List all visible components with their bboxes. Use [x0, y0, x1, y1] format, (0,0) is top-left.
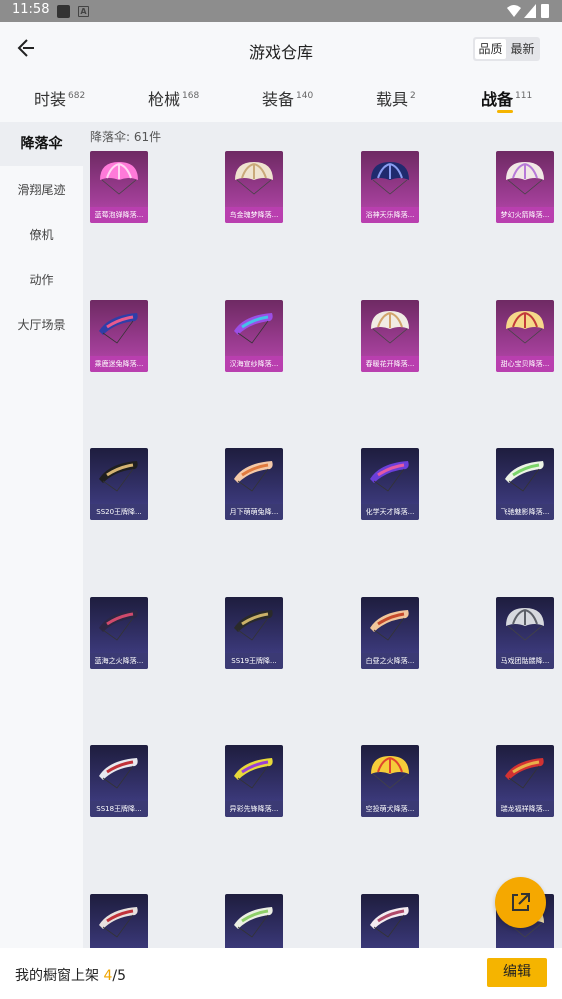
sidebar: 降落伞 滑翔尾迹 僚机 动作 大厅场景: [0, 122, 83, 948]
parachute-icon: [234, 610, 273, 641]
item-card[interactable]: 甜心宝贝降落...: [496, 300, 554, 372]
sort-newest-button[interactable]: 最新: [507, 39, 538, 59]
parachute-icon: [234, 461, 273, 492]
parachute-icon: [371, 756, 409, 789]
parachute-icon: [234, 907, 273, 938]
active-tab-indicator: [497, 110, 513, 113]
showcase-total: 5: [117, 968, 127, 984]
item-name: SS18王牌降...: [90, 801, 148, 817]
item-name: 浴神天乐降落...: [361, 207, 419, 223]
tab-guns[interactable]: 枪械 168: [148, 86, 199, 110]
tab-fashion[interactable]: 时装 682: [34, 86, 85, 110]
item-card[interactable]: 蓝海之火降落...: [90, 597, 148, 669]
parachute-icon: [506, 608, 544, 641]
item-card[interactable]: 异彩先锋降落...: [225, 745, 283, 817]
parachute-icon: [99, 758, 138, 789]
item-name: 白昼之火降落...: [361, 653, 419, 669]
item-card[interactable]: 蓝莓泡弹降落...: [90, 151, 148, 223]
item-name: 蓝莓泡弹降落...: [90, 207, 148, 223]
item-count: 降落伞: 61件: [90, 130, 162, 144]
showcase-bar: 我的橱窗上架 4/5 编辑: [0, 948, 562, 999]
item-card[interactable]: 汉海宣纱降落...: [225, 300, 283, 372]
parachute-icon: [370, 610, 409, 641]
item-name: 瑞龙福祥降落...: [496, 801, 554, 817]
notification-icon: [57, 5, 70, 18]
item-card[interactable]: SS20王牌降...: [90, 448, 148, 520]
item-card[interactable]: 浴神天乐降落...: [361, 151, 419, 223]
item-grid-area: 降落伞: 61件 蓝莓泡弹降落... 鸟金瑰梦降落... 浴神天乐降落... 梦幻火箭…: [83, 122, 562, 966]
item-card[interactable]: 春暖花开降落...: [361, 300, 419, 372]
app-notification-icon: A: [78, 6, 89, 17]
item-name: 春暖花开降落...: [361, 356, 419, 372]
category-tabs: 时装 682 枪械 168 装备 140 载具 2 战备 111: [0, 76, 562, 122]
item-card[interactable]: SS18王牌降...: [90, 745, 148, 817]
item-name: 月下萌萌兔降...: [225, 504, 283, 520]
item-card[interactable]: 白昼之火降落...: [361, 597, 419, 669]
parachute-icon: [506, 162, 544, 195]
parachute-icon: [99, 313, 138, 344]
item-card[interactable]: 瑞龙福祥降落...: [496, 745, 554, 817]
item-card[interactable]: 飞驰魅影降落...: [496, 448, 554, 520]
parachute-icon: [506, 311, 544, 344]
header: 游戏仓库 品质 最新: [0, 22, 562, 76]
item-name: SS19王牌降...: [225, 653, 283, 669]
parachute-icon: [235, 162, 273, 195]
battery-icon: [541, 4, 549, 18]
parachute-icon: [234, 758, 273, 789]
sidebar-item-parachute[interactable]: 降落伞: [0, 122, 83, 166]
parachute-icon: [99, 461, 138, 492]
item-name: 甜心宝贝降落...: [496, 356, 554, 372]
tab-equipment[interactable]: 装备 140: [262, 86, 313, 110]
wifi-icon: [507, 5, 521, 17]
parachute-icon: [234, 313, 273, 344]
item-name: 化学天才降落...: [361, 504, 419, 520]
item-name: 鸟金瑰梦降落...: [225, 207, 283, 223]
item-name: 汉海宣纱降落...: [225, 356, 283, 372]
share-button[interactable]: [495, 877, 546, 928]
item-card[interactable]: 乘鹿迷兔降落...: [90, 300, 148, 372]
parachute-icon: [99, 610, 138, 641]
parachute-icon: [505, 461, 544, 492]
item-name: 蓝海之火降落...: [90, 653, 148, 669]
parachute-icon: [371, 162, 409, 195]
item-card[interactable]: 化学天才降落...: [361, 448, 419, 520]
item-card[interactable]: 梦幻火箭降落...: [496, 151, 554, 223]
item-card[interactable]: 鸟金瑰梦降落...: [225, 151, 283, 223]
item-card[interactable]: 空投萌犬降落...: [361, 745, 419, 817]
parachute-icon: [100, 162, 138, 195]
item-card[interactable]: SS19王牌降...: [225, 597, 283, 669]
sidebar-item-glide-trail[interactable]: 滑翔尾迹: [0, 181, 83, 198]
status-bar: 11:58 A: [0, 0, 562, 22]
tab-battle-gear[interactable]: 战备 111: [481, 86, 532, 113]
item-card[interactable]: 月下萌萌兔降...: [225, 448, 283, 520]
item-name: 飞驰魅影降落...: [496, 504, 554, 520]
share-icon: [512, 893, 530, 911]
item-name: SS20王牌降...: [90, 504, 148, 520]
item-name: 马戏团骷髅降...: [496, 653, 554, 669]
item-name: 梦幻火箭降落...: [496, 207, 554, 223]
item-name: 乘鹿迷兔降落...: [90, 356, 148, 372]
sidebar-item-lobby-scene[interactable]: 大厅场景: [0, 316, 83, 333]
item-name: 空投萌犬降落...: [361, 801, 419, 817]
parachute-icon: [99, 907, 138, 938]
item-name: 异彩先锋降落...: [225, 801, 283, 817]
parachute-icon: [370, 907, 409, 938]
status-time: 11:58: [12, 2, 50, 17]
sort-toggle: 品质 最新: [473, 37, 540, 61]
parachute-icon: [371, 311, 409, 344]
signal-icon: [524, 4, 536, 18]
parachute-icon: [505, 758, 544, 789]
tab-vehicles[interactable]: 载具 2: [376, 86, 416, 110]
showcase-status: 我的橱窗上架 4/5: [15, 968, 127, 984]
item-card[interactable]: 马戏团骷髅降...: [496, 597, 554, 669]
edit-button[interactable]: 编辑: [487, 958, 547, 987]
sidebar-item-emote[interactable]: 动作: [0, 271, 83, 288]
sort-quality-button[interactable]: 品质: [475, 39, 506, 59]
sidebar-item-wingman[interactable]: 僚机: [0, 226, 83, 243]
parachute-icon: [370, 461, 409, 492]
